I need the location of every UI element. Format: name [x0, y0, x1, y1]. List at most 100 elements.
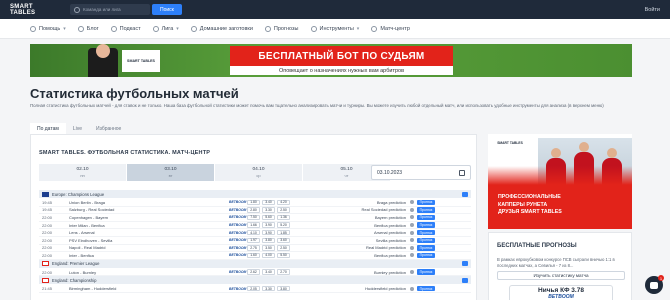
odd-away[interactable]: 2.70: [277, 269, 290, 275]
nav-item-forecasts[interactable]: Прогнозы: [264, 25, 299, 32]
match-teams[interactable]: PSV Eindhoven - Sevilla: [61, 238, 229, 243]
match-teams[interactable]: Napoli - Real Madrid: [61, 245, 229, 250]
odd-draw[interactable]: 3.30: [262, 285, 275, 292]
nav-item-match-center[interactable]: Матч-центр: [371, 25, 410, 32]
match-prediction-link[interactable]: Real Madrid prediction: [305, 245, 410, 250]
date-tab[interactable]: 04.10 ср: [215, 164, 303, 181]
bookmaker-logo[interactable]: BETBOOM: [229, 287, 247, 291]
match-teams[interactable]: Copenhagen - Bayern: [61, 215, 229, 220]
match-prediction-link[interactable]: Sevilla prediction: [305, 238, 410, 243]
match-row[interactable]: 22:00 Inter - Benfica BETBOOM 1.60 4.00 5.50 B…: [39, 252, 471, 260]
bookmaker-logo[interactable]: BETBOOM: [229, 270, 247, 274]
bookmaker-logo[interactable]: BETBOOM: [229, 246, 247, 250]
odd-home[interactable]: 2.05: [247, 285, 260, 292]
odd-away[interactable]: 2.50: [277, 245, 290, 251]
odd-home[interactable]: 1.60: [247, 252, 260, 259]
odd-draw[interactable]: 3.40: [262, 199, 275, 206]
match-prediction-link[interactable]: Burnley prediction: [305, 270, 410, 275]
bookmaker-logo[interactable]: BETBOOM: [229, 238, 247, 242]
forecast-button[interactable]: Прогноз: [417, 222, 435, 228]
odd-draw[interactable]: 3.50: [262, 245, 275, 251]
match-teams[interactable]: Salzburg - Real Sociedad: [61, 207, 229, 212]
search-button[interactable]: Поиск: [152, 4, 182, 15]
odd-home[interactable]: 7.50: [247, 214, 260, 221]
nav-item-tools[interactable]: Инструменты ▾: [310, 25, 359, 32]
match-row[interactable]: 22:00 Inter Milan - Benfica BETBOOM 1.66 3.9…: [39, 222, 471, 230]
forecast-button[interactable]: Прогноз: [417, 199, 435, 206]
match-teams[interactable]: Birmingham - Huddersfield: [61, 286, 229, 291]
nav-item-podcast[interactable]: Подкаст: [110, 25, 141, 32]
forecast-button[interactable]: Прогноз: [417, 269, 435, 275]
match-prediction-link[interactable]: Arsenal prediction: [305, 230, 410, 235]
odd-away[interactable]: 3.60: [277, 237, 290, 244]
odds-card[interactable]: Ничья КФ 3.78 BETBOOM: [509, 285, 613, 300]
forecast-button[interactable]: Прогноз: [417, 245, 435, 251]
bookmaker-logo[interactable]: BETBOOM: [229, 231, 247, 235]
site-logo[interactable]: SMART TABLES: [10, 4, 58, 16]
forecast-button[interactable]: Прогноз: [417, 229, 435, 236]
league-header[interactable]: England: Premier League: [39, 259, 471, 268]
match-teams[interactable]: Union Berlin - Braga: [61, 200, 229, 205]
match-row[interactable]: 21:45 Birmingham - Huddersfield BETBOOM 2.0…: [39, 285, 471, 293]
odd-home[interactable]: 1.66: [247, 222, 260, 228]
forecast-button[interactable]: Прогноз: [417, 252, 435, 259]
league-header[interactable]: England: Championship: [39, 276, 471, 285]
bookmaker-logo[interactable]: BETBOOM: [229, 223, 247, 227]
login-link[interactable]: Войти: [645, 7, 660, 13]
date-tab[interactable]: 02.10 пн: [39, 164, 127, 181]
forecast-button[interactable]: Прогноз: [417, 285, 435, 292]
match-teams[interactable]: Lens - Arsenal: [61, 230, 229, 235]
forecast-button[interactable]: Прогноз: [417, 237, 435, 244]
odd-away[interactable]: 2.50: [277, 207, 290, 213]
study-stats-button[interactable]: Изучить статистику матча: [497, 271, 625, 280]
odd-away[interactable]: 4.20: [277, 199, 290, 206]
match-prediction-link[interactable]: Huddersfield prediction: [305, 286, 410, 291]
match-teams[interactable]: Inter - Benfica: [61, 253, 229, 258]
date-tab[interactable]: 03.10 вт: [127, 164, 215, 181]
match-row[interactable]: 19:45 Salzburg - Real Sociedad BETBOOM 2.80…: [39, 207, 471, 215]
referee-bot-banner[interactable]: SMART TABLES БЕСПЛАТНЫЙ БОТ ПО СУДЬЯМ Оп…: [30, 44, 632, 77]
match-row[interactable]: 22:00 Luton - Burnley BETBOOM 2.62 3.40 2.70 B…: [39, 269, 471, 277]
odd-home[interactable]: 2.62: [247, 269, 260, 275]
match-row[interactable]: 22:00 PSV Eindhoven - Sevilla BETBOOM 1.97 3…: [39, 237, 471, 245]
odd-draw[interactable]: 3.90: [262, 222, 275, 228]
odd-home[interactable]: 1.80: [247, 199, 260, 206]
odd-home[interactable]: 2.80: [247, 207, 260, 213]
match-teams[interactable]: Inter Milan - Benfica: [61, 223, 229, 228]
odd-draw[interactable]: 4.00: [262, 252, 275, 259]
league-header[interactable]: Europe: Champions League: [39, 190, 471, 198]
match-prediction-link[interactable]: Braga prediction: [305, 200, 410, 205]
match-prediction-link[interactable]: Real Sociedad prediction: [305, 207, 410, 212]
bookmaker-logo[interactable]: BETBOOM: [229, 208, 247, 212]
match-prediction-link[interactable]: Bayern prediction: [305, 215, 410, 220]
odd-draw[interactable]: 5.60: [262, 214, 275, 221]
match-teams[interactable]: Luton - Burnley: [61, 270, 229, 275]
cappers-ad-banner[interactable]: SMART TABLES ПРОФЕССИОНАЛЬНЫЕ КАППЕРЫ РУ…: [488, 134, 632, 229]
nav-item-blog[interactable]: Блог: [77, 25, 99, 32]
odd-home[interactable]: 4.10: [247, 229, 260, 236]
match-row[interactable]: 22:00 Lens - Arsenal BETBOOM 4.10 3.90 1.85 Ar…: [39, 229, 471, 237]
odd-home[interactable]: 2.75: [247, 245, 260, 251]
odd-draw[interactable]: 3.90: [262, 229, 275, 236]
bookmaker-logo[interactable]: BETBOOM: [229, 253, 247, 257]
nav-item-help[interactable]: Помощь ▾: [30, 25, 66, 32]
forecast-button[interactable]: Прогноз: [417, 207, 435, 213]
odd-away[interactable]: 1.85: [277, 229, 290, 236]
odd-draw[interactable]: 3.40: [262, 269, 275, 275]
bookmaker-logo[interactable]: BETBOOM: [229, 200, 247, 204]
odd-away[interactable]: 5.50: [277, 252, 290, 259]
odd-home[interactable]: 1.97: [247, 237, 260, 244]
forecast-button[interactable]: Прогноз: [417, 214, 435, 221]
nav-item-league[interactable]: Лига ▾: [152, 25, 179, 32]
odd-draw[interactable]: 3.80: [262, 237, 275, 244]
odd-draw[interactable]: 3.30: [262, 207, 275, 213]
bookmaker-logo[interactable]: BETBOOM: [229, 215, 247, 219]
date-picker-input[interactable]: 03.10.2023: [371, 165, 471, 180]
odd-away[interactable]: 5.20: [277, 222, 290, 228]
odd-away[interactable]: 1.36: [277, 214, 290, 221]
match-prediction-link[interactable]: Benfica prediction: [305, 253, 410, 258]
nav-item-homework[interactable]: Домашние заготовки: [190, 25, 253, 32]
match-prediction-link[interactable]: Benfica prediction: [305, 223, 410, 228]
odd-away[interactable]: 3.80: [277, 285, 290, 292]
match-row[interactable]: 22:00 Copenhagen - Bayern BETBOOM 7.50 5.60 1…: [39, 214, 471, 222]
